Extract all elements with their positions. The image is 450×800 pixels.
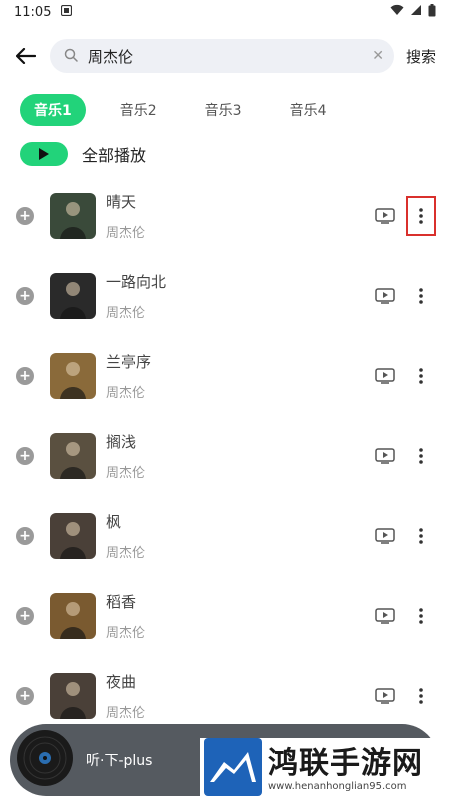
more-options-icon[interactable]	[408, 598, 434, 634]
album-cover[interactable]	[50, 433, 96, 479]
add-circle-icon[interactable]: +	[16, 287, 34, 305]
song-row[interactable]: + 晴天 周杰伦	[0, 176, 450, 256]
watermark-logo: 鸿联手游网 www.henanhonglian95.com	[200, 738, 450, 800]
watermark-title: 鸿联手游网	[268, 745, 423, 781]
bull-logo-icon	[204, 738, 262, 800]
search-query-text[interactable]: 周杰伦	[88, 46, 362, 67]
mv-play-icon[interactable]	[370, 688, 400, 704]
status-bar: 11:05	[0, 0, 450, 24]
album-cover[interactable]	[50, 193, 96, 239]
more-options-icon[interactable]	[408, 518, 434, 554]
tab-music-2[interactable]: 音乐2	[106, 94, 171, 126]
album-cover[interactable]	[50, 593, 96, 639]
search-icon	[64, 47, 78, 66]
tab-music-4[interactable]: 音乐4	[276, 94, 341, 126]
search-input[interactable]: 周杰伦 ✕	[50, 39, 394, 73]
category-tabs: 音乐1 音乐2 音乐3 音乐4	[0, 88, 450, 132]
play-icon	[39, 148, 49, 160]
song-title: 晴天	[106, 193, 137, 211]
more-options-icon[interactable]	[408, 438, 434, 474]
mv-play-icon[interactable]	[370, 368, 400, 384]
clear-icon[interactable]: ✕	[372, 48, 384, 64]
add-circle-icon[interactable]: +	[16, 447, 34, 465]
search-button[interactable]: 搜索	[406, 46, 436, 67]
song-title: 兰亭序	[106, 353, 152, 371]
album-cover[interactable]	[50, 513, 96, 559]
mini-player-title: 听·下-plus	[86, 753, 153, 769]
song-title: 稻香	[106, 593, 137, 611]
song-row[interactable]: + 一路向北 周杰伦	[0, 256, 450, 336]
more-options-icon[interactable]	[408, 678, 434, 714]
more-options-icon[interactable]	[406, 196, 436, 236]
more-options-icon[interactable]	[408, 278, 434, 314]
status-time: 11:05	[14, 4, 52, 20]
add-circle-icon[interactable]: +	[16, 607, 34, 625]
song-list: + 晴天 周杰伦 + 一路向北 周杰伦 + 兰亭序 周杰伦 + 搁浅 周杰伦 +…	[0, 176, 450, 736]
watermark-url: www.henanhonglian95.com	[268, 780, 407, 792]
song-artist: 周杰伦	[106, 386, 146, 401]
mv-play-icon[interactable]	[370, 288, 400, 304]
mv-play-icon[interactable]	[370, 448, 400, 464]
song-artist: 周杰伦	[106, 706, 146, 721]
song-title: 搁浅	[106, 433, 137, 451]
song-artist: 周杰伦	[106, 546, 146, 561]
song-artist: 周杰伦	[106, 226, 146, 241]
song-row[interactable]: + 枫 周杰伦	[0, 496, 450, 576]
song-artist: 周杰伦	[106, 466, 146, 481]
notification-icon	[61, 4, 73, 20]
more-options-icon[interactable]	[408, 358, 434, 394]
song-artist: 周杰伦	[106, 626, 146, 641]
tab-music-3[interactable]: 音乐3	[191, 94, 256, 126]
back-arrow-icon[interactable]	[14, 44, 38, 68]
album-cover[interactable]	[50, 353, 96, 399]
play-all-label: 全部播放	[82, 146, 147, 165]
album-cover[interactable]	[50, 673, 96, 719]
album-cover[interactable]	[50, 273, 96, 319]
play-all-button[interactable]	[20, 142, 68, 166]
battery-icon	[428, 3, 436, 21]
song-row[interactable]: + 稻香 周杰伦	[0, 576, 450, 656]
signal-icon	[410, 4, 422, 20]
tab-music-1[interactable]: 音乐1	[20, 94, 86, 126]
wifi-icon	[390, 4, 404, 20]
vinyl-disc-icon[interactable]	[16, 729, 74, 791]
song-title: 夜曲	[106, 673, 137, 691]
mv-play-icon[interactable]	[370, 528, 400, 544]
add-circle-icon[interactable]: +	[16, 207, 34, 225]
add-circle-icon[interactable]: +	[16, 687, 34, 705]
add-circle-icon[interactable]: +	[16, 367, 34, 385]
song-title: 一路向北	[106, 273, 167, 291]
song-title: 枫	[106, 513, 122, 531]
song-row[interactable]: + 搁浅 周杰伦	[0, 416, 450, 496]
song-row[interactable]: + 兰亭序 周杰伦	[0, 336, 450, 416]
mv-play-icon[interactable]	[370, 608, 400, 624]
mv-play-icon[interactable]	[370, 208, 400, 224]
song-artist: 周杰伦	[106, 306, 146, 321]
play-all-row[interactable]: 全部播放	[0, 132, 450, 176]
search-bar: 周杰伦 ✕ 搜索	[0, 24, 450, 88]
add-circle-icon[interactable]: +	[16, 527, 34, 545]
